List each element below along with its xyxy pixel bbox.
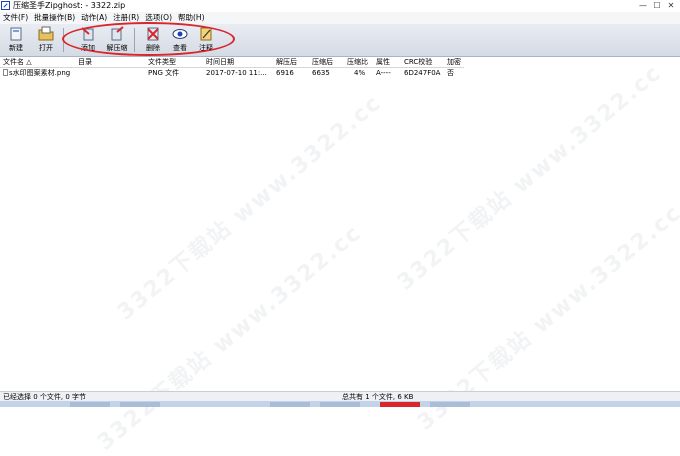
taskbar-item[interactable] [430,402,470,407]
col-encrypted[interactable]: 加密 [447,57,461,67]
file-name-cell: s水印图案素材.png [3,68,70,78]
open-button[interactable]: 打开 [32,26,60,54]
col-type[interactable]: 文件类型 [148,57,176,67]
red-circle-annotation [62,22,235,56]
col-attr[interactable]: 属性 [376,57,390,67]
minimize-button[interactable]: — [636,0,650,12]
new-archive-icon [10,27,22,41]
col-packed[interactable]: 压缩后 [312,57,333,67]
menu-batch[interactable]: 批量操作(B) [31,12,78,24]
file-ratio-cell: 4% [354,69,366,77]
taskbar-item[interactable] [70,402,110,407]
new-button[interactable]: 新建 [2,26,30,54]
col-date[interactable]: 时间日期 [206,57,234,67]
watermark: 3322下载站 www.3322.cc [112,90,387,326]
close-button[interactable]: ✕ [664,0,678,12]
file-size-cell: 6916 [276,69,294,77]
taskbar-item[interactable] [270,402,310,407]
file-packed-cell: 6635 [312,69,330,77]
col-filename[interactable]: 文件名 △ [3,57,32,67]
col-crc[interactable]: CRC校验 [404,57,432,67]
app-icon [1,1,10,10]
menu-file[interactable]: 文件(F) [0,12,31,24]
file-type-cell: PNG 文件 [148,69,180,77]
open-folder-icon [38,26,54,41]
taskbar [0,401,680,407]
taskbar-item[interactable] [320,402,360,407]
menu-action[interactable]: 动作(A) [78,12,110,24]
table-row[interactable]: s水印图案素材.png PNG 文件 2017-07-10 11:... 691… [0,68,464,78]
col-ratio[interactable]: 压缩比 [347,57,368,67]
col-directory[interactable]: 目录 [78,57,92,67]
taskbar-item[interactable] [380,402,420,407]
file-crc-cell: 6D247F0A [404,69,441,77]
file-encrypted-cell: 否 [447,69,454,77]
file-attr-cell: A---- [376,69,391,77]
maximize-button[interactable]: ☐ [650,0,664,12]
file-list-header: 文件名 △ 目录 文件类型 时间日期 解压后 压缩后 压缩比 属性 CRC校验 … [0,57,464,68]
png-file-icon [3,69,8,76]
col-size[interactable]: 解压后 [276,57,297,67]
window-controls: — ☐ ✕ [636,0,678,12]
watermark: 3322下载站 www.3322.cc [92,220,367,456]
taskbar-item[interactable] [120,402,160,407]
window-title: 压缩圣手Zipghost: - 3322.zip [13,1,126,10]
file-date-cell: 2017-07-10 11:... [206,69,267,77]
